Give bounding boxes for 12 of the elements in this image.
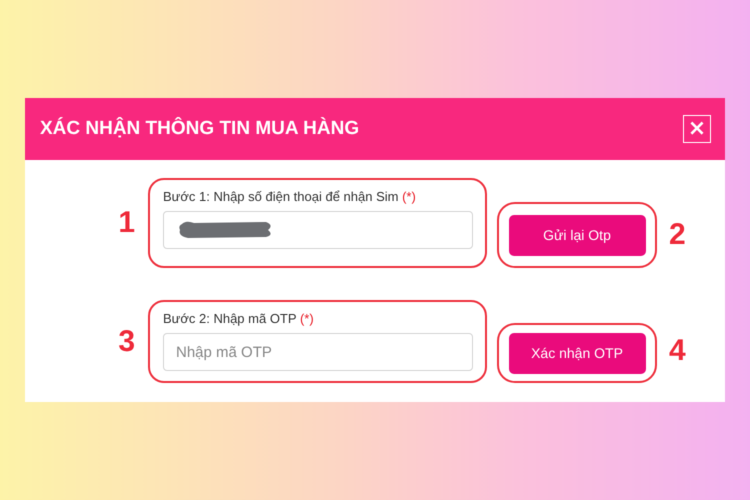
field-label: Bước 2: Nhập mã OTP (*): [163, 311, 314, 326]
step-number: 3: [117, 324, 136, 358]
close-button[interactable]: ×: [683, 115, 711, 143]
phone-field[interactable]: [163, 211, 473, 249]
resend-otp-button[interactable]: Gửi lại Otp: [508, 214, 646, 256]
step-number: 2: [669, 218, 686, 252]
dialog-title: XÁC NHẬN THÔNG TIN MUA HÀNG: [40, 118, 360, 140]
otp-field[interactable]: Nhập mã OTP: [163, 333, 473, 371]
step-number: 4: [669, 334, 686, 368]
field-label: Bước 1: Nhập số điện thoại để nhận Sim (*): [163, 189, 416, 204]
confirm-otp-button[interactable]: Xác nhận OTP: [508, 332, 646, 374]
step-number: 1: [117, 206, 136, 240]
